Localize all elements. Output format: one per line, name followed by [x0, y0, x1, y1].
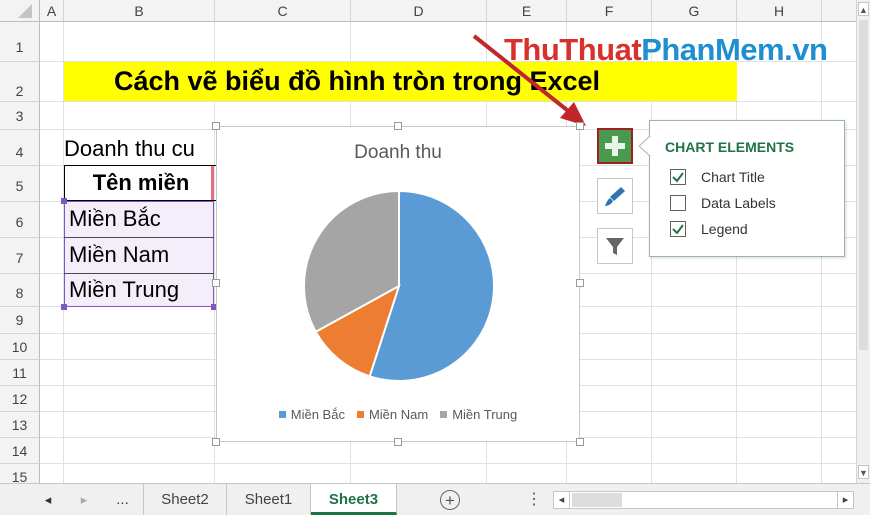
range-selection-marker — [211, 166, 214, 200]
legend-swatch — [356, 410, 364, 418]
chart-resize-handle[interactable] — [576, 122, 584, 130]
panel-pointer — [639, 136, 651, 156]
column-header-d[interactable]: D — [351, 0, 487, 22]
legend-label: Miền Trung — [452, 406, 518, 422]
column-header-next[interactable] — [822, 0, 856, 22]
legend-checkbox[interactable] — [670, 221, 686, 237]
chart-legend[interactable]: Miền Bắc Miền Nam Miền Trung — [217, 404, 579, 424]
checkmark-icon — [672, 172, 684, 183]
table-header-label: Tên miền — [92, 170, 190, 195]
legend-option[interactable]: Legend — [701, 221, 748, 237]
chart-styles-button[interactable] — [597, 178, 633, 214]
legend-swatch — [440, 410, 448, 418]
hscroll-right-arrow-icon[interactable]: ▸ — [837, 492, 853, 508]
tab-sheet3[interactable]: Sheet3 — [311, 484, 397, 515]
hscroll-thumb[interactable] — [572, 493, 622, 507]
tab-scroll-right-icon[interactable]: ▸ — [74, 484, 94, 515]
column-header-e[interactable]: E — [487, 0, 567, 22]
pie-chart[interactable] — [217, 127, 579, 441]
legend-swatch — [278, 410, 286, 418]
chart-title-option[interactable]: Chart Title — [701, 169, 765, 185]
chart-elements-icon — [605, 136, 625, 156]
row-header-14[interactable]: 14 — [0, 438, 40, 464]
watermark-part-3: .vn — [784, 32, 828, 67]
list-item[interactable]: Miền Bắc — [69, 203, 161, 235]
chart-resize-handle[interactable] — [394, 438, 402, 446]
cell-border — [64, 273, 214, 274]
row-header-15[interactable]: 15 — [0, 464, 40, 483]
legend-entry[interactable]: Miền Bắc — [278, 406, 345, 422]
red-arrow-annotation — [472, 34, 586, 126]
checkmark-icon — [672, 224, 684, 235]
legend-entry[interactable]: Miền Nam — [356, 406, 429, 422]
chart-resize-handle[interactable] — [394, 122, 402, 130]
hscroll-left-arrow-icon[interactable]: ◂ — [554, 492, 570, 508]
legend-label: Miền Nam — [368, 406, 429, 422]
scroll-up-arrow-icon[interactable]: ▲ — [858, 2, 869, 16]
chart-elements-button[interactable] — [597, 128, 633, 164]
cell-a4-text[interactable]: Doanh thu cu — [64, 134, 216, 164]
list-item[interactable]: Miền Nam — [69, 239, 169, 271]
select-all-triangle-icon — [18, 4, 32, 18]
row-header-3[interactable]: 3 — [0, 102, 40, 130]
tab-sheet1[interactable]: Sheet1 — [227, 484, 311, 515]
select-all-corner[interactable] — [0, 0, 40, 22]
list-item[interactable]: Miền Trung — [69, 275, 179, 305]
row-header-11[interactable]: 11 — [0, 360, 40, 386]
row-header-1[interactable]: 1 — [0, 22, 40, 62]
gridline — [40, 463, 856, 464]
cell-border — [64, 237, 214, 238]
vertical-scrollbar[interactable]: ▲ ▼ — [856, 0, 870, 483]
watermark-part-2: PhanMem — [641, 32, 785, 67]
chart-elements-panel[interactable]: CHART ELEMENTS Chart Title Data Labels L… — [649, 120, 845, 257]
chart-filters-button[interactable] — [597, 228, 633, 264]
chart-resize-handle[interactable] — [212, 279, 220, 287]
column-header-g[interactable]: G — [652, 0, 737, 22]
row-header-4[interactable]: 4 — [0, 130, 40, 166]
chart-resize-handle[interactable] — [212, 438, 220, 446]
panel-title: CHART ELEMENTS — [665, 139, 795, 155]
chart-resize-handle[interactable] — [212, 122, 220, 130]
tab-sheet2[interactable]: Sheet2 — [144, 484, 227, 515]
data-labels-checkbox[interactable] — [670, 195, 686, 211]
row-header-10[interactable]: 10 — [0, 334, 40, 360]
row-header-12[interactable]: 12 — [0, 386, 40, 412]
chart-resize-handle[interactable] — [576, 438, 584, 446]
worksheet-grid[interactable]: A B C D E F G H 1 2 3 4 5 6 7 8 9 10 11 … — [0, 0, 856, 483]
row-header-6[interactable]: 6 — [0, 202, 40, 238]
legend-label: Miền Bắc — [290, 406, 345, 422]
row-header-2[interactable]: 2 — [0, 62, 40, 102]
scroll-down-arrow-icon[interactable]: ▼ — [858, 465, 869, 479]
chart-resize-handle[interactable] — [576, 279, 584, 287]
gridline — [40, 101, 856, 102]
chart-title-checkbox[interactable] — [670, 169, 686, 185]
row-header-5[interactable]: 5 — [0, 166, 40, 202]
column-header-h[interactable]: H — [737, 0, 822, 22]
chart-filters-icon — [606, 238, 624, 255]
row-header-7[interactable]: 7 — [0, 238, 40, 274]
tab-ellipsis[interactable]: ... — [102, 484, 144, 515]
chart-area[interactable]: Doanh thu Miền Bắc Miền Nam Miền Trung — [216, 126, 580, 442]
column-header-b[interactable]: B — [64, 0, 215, 22]
chart-styles-icon — [605, 187, 625, 206]
row-header-13[interactable]: 13 — [0, 412, 40, 438]
table-header-cell[interactable]: Tên miền — [64, 165, 216, 201]
tab-splitter-icon[interactable]: ⋮ — [526, 484, 542, 515]
column-header-a[interactable]: A — [40, 0, 64, 22]
row-header-9[interactable]: 9 — [0, 307, 40, 334]
row-header-8[interactable]: 8 — [0, 274, 40, 307]
scrollbar-thumb[interactable] — [859, 20, 868, 350]
selection-handle[interactable] — [61, 198, 67, 204]
add-sheet-icon[interactable]: + — [440, 490, 460, 510]
selection-handle[interactable] — [61, 304, 67, 310]
tab-scroll-left-icon[interactable]: ◂ — [38, 484, 58, 515]
column-header-f[interactable]: F — [567, 0, 652, 22]
legend-entry[interactable]: Miền Trung — [440, 407, 517, 422]
data-labels-option[interactable]: Data Labels — [701, 195, 776, 211]
horizontal-scrollbar[interactable]: ◂ ▸ — [553, 491, 854, 509]
column-header-c[interactable]: C — [215, 0, 351, 22]
sheet-tab-bar[interactable]: ◂ ▸ ... Sheet2 Sheet1 Sheet3 + ⋮ ◂ ▸ — [0, 483, 870, 515]
